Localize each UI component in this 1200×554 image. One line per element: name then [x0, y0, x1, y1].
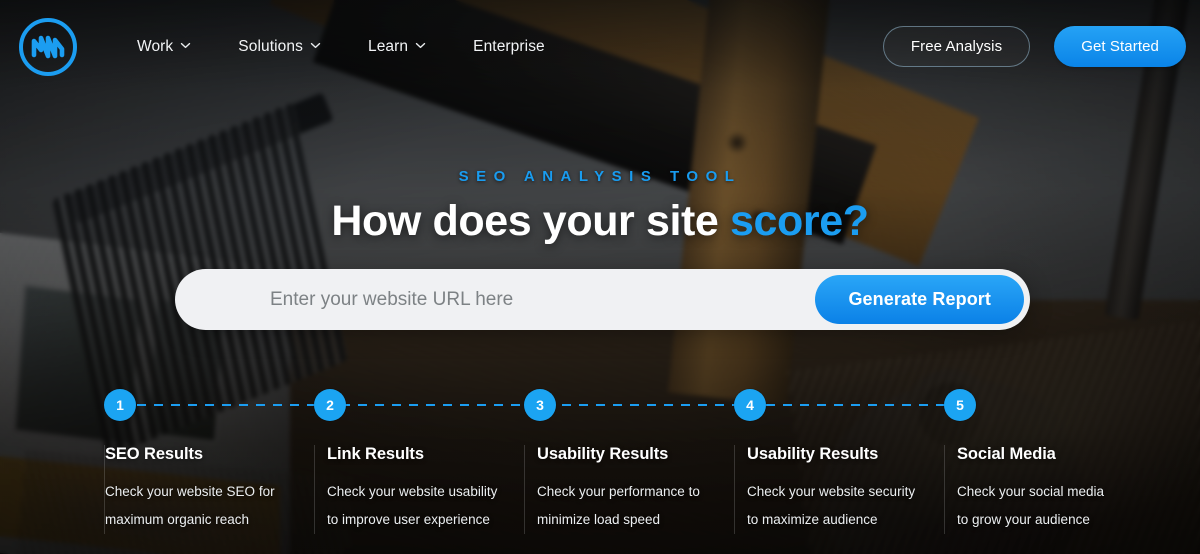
step-column-1: SEO Results Check your website SEO for m… [104, 445, 314, 534]
nav-item-enterprise[interactable]: Enterprise [473, 30, 545, 64]
hero-eyebrow: SEO ANALYSIS TOOL [458, 168, 742, 185]
step-title-3: Usability Results [537, 445, 669, 463]
step-desc-4: Check your website security to maximize … [747, 478, 922, 534]
step-dot-1[interactable]: 1 [104, 389, 136, 421]
step-column-2: Link Results Check your website usabilit… [314, 445, 524, 534]
step-desc-3-line1: Check your performance to [537, 484, 700, 499]
nav-item-learn-label: Learn [367, 37, 409, 55]
step-column-spacer [0, 445, 104, 534]
steps-timeline: 1 2 3 4 5 SEO Results Check your website… [0, 389, 1200, 554]
hero-section: Work Solutions Learn Enterprise Free Ana… [0, 0, 1200, 554]
get-started-button[interactable]: Get Started [1054, 26, 1186, 67]
step-dot-3[interactable]: 3 [524, 389, 556, 421]
nav-item-work-label: Work [137, 37, 174, 55]
url-search-bar: Generate Report [175, 269, 1030, 330]
header-actions: Free Analysis Get Started [882, 26, 1186, 67]
search-input[interactable] [175, 269, 816, 330]
site-header: Work Solutions Learn Enterprise Free Ana… [0, 0, 1200, 93]
step-dot-4[interactable]: 4 [734, 389, 766, 421]
step-desc-3-line2: minimize load speed [537, 512, 661, 527]
nav-item-solutions-label: Solutions [238, 37, 303, 55]
hero-copy: SEO ANALYSIS TOOL How does your site sco… [0, 168, 1200, 246]
step-column-5: Social Media Check your social media to … [944, 445, 1154, 534]
brand-logo[interactable] [17, 16, 79, 78]
step-column-3: Usability Results Check your performance… [524, 445, 734, 534]
step-desc-4-line1: Check your website security [747, 484, 916, 499]
chevron-down-icon [180, 40, 191, 51]
step-dot-5[interactable]: 5 [944, 389, 976, 421]
nav-item-learn[interactable]: Learn [368, 30, 426, 64]
step-desc-5: Check your social media to grow your aud… [957, 478, 1132, 534]
step-desc-1: Check your website SEO for maximum organ… [105, 478, 292, 534]
step-dots-row: 1 2 3 4 5 [0, 389, 1200, 422]
step-title-1: SEO Results [105, 445, 203, 463]
step-desc-2-line1: Check your website usability [327, 484, 498, 499]
nav-item-enterprise-label: Enterprise [473, 37, 545, 55]
step-track: 1 2 3 4 5 [0, 389, 1200, 422]
step-title-2: Link Results [327, 445, 424, 463]
chevron-down-icon [415, 40, 426, 51]
step-desc-5-line1: Check your social media [957, 484, 1105, 499]
main-navigation: Work Solutions Learn Enterprise [137, 30, 545, 64]
page-title: How does your site score? [0, 197, 1200, 246]
step-desc-1-line2: maximum organic reach [105, 512, 250, 527]
free-analysis-button[interactable]: Free Analysis [882, 26, 1031, 67]
generate-report-button[interactable]: Generate Report [815, 275, 1024, 324]
step-dot-2[interactable]: 2 [314, 389, 346, 421]
step-desc-2: Check your website usability to improve … [327, 478, 502, 534]
chevron-down-icon [310, 40, 321, 51]
headline-main: How does your site [331, 197, 730, 245]
step-desc-5-line2: to grow your audience [957, 512, 1090, 527]
nav-item-solutions[interactable]: Solutions [238, 30, 321, 64]
step-title-4: Usability Results [747, 445, 879, 463]
step-columns: SEO Results Check your website SEO for m… [0, 445, 1200, 534]
nav-item-work[interactable]: Work [137, 30, 191, 64]
step-desc-4-line2: to maximize audience [747, 512, 878, 527]
step-desc-3: Check your performance to minimize load … [537, 478, 712, 534]
headline-accent: score? [729, 197, 869, 245]
step-column-4: Usability Results Check your website sec… [734, 445, 944, 534]
step-desc-2-line2: to improve user experience [327, 512, 490, 527]
step-title-5: Social Media [957, 445, 1056, 463]
step-desc-1-line1: Check your website SEO for [105, 484, 275, 499]
